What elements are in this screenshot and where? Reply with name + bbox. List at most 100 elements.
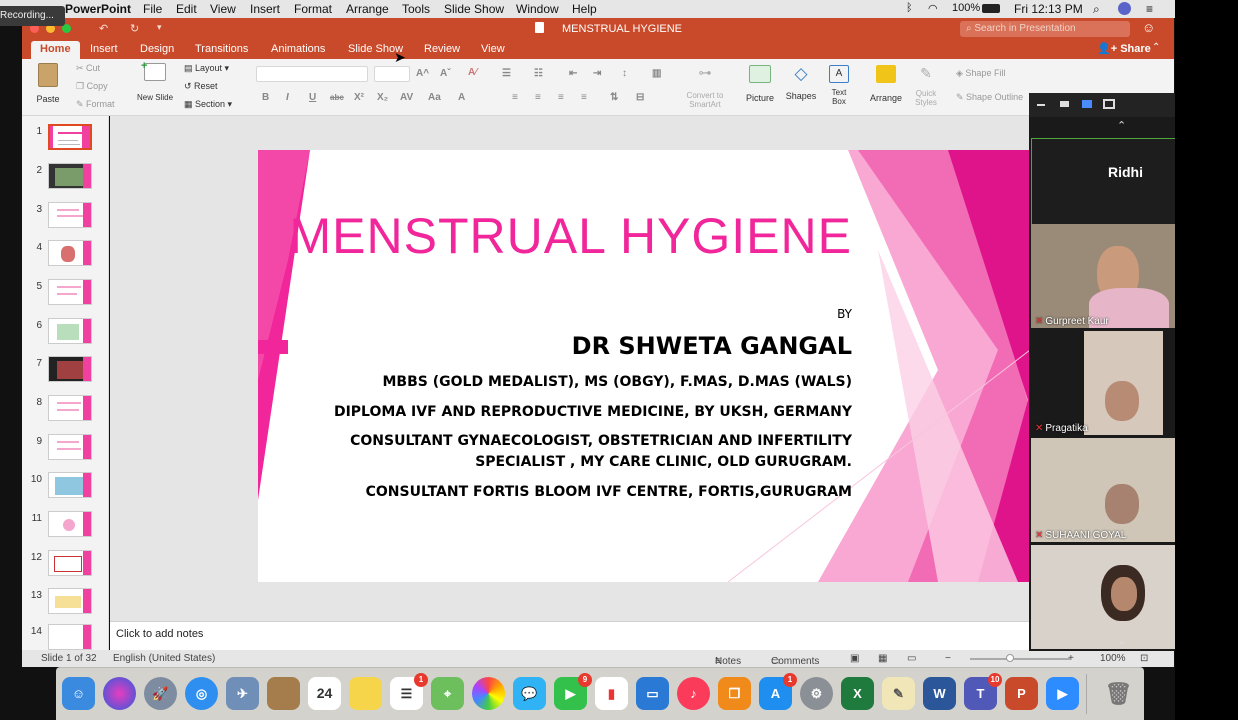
layout-button[interactable]: ▤ Layout ▾ bbox=[184, 63, 229, 74]
slide-thumbnail-7[interactable]: 7 bbox=[22, 356, 109, 388]
slide-author[interactable]: DR SHWETA GANGAL bbox=[518, 332, 852, 360]
justify-icon[interactable]: ≡ bbox=[581, 92, 587, 103]
battery-percent[interactable]: 100% bbox=[952, 2, 980, 14]
preview-icon[interactable]: ✈ bbox=[226, 677, 259, 710]
app-store-icon[interactable]: A1 bbox=[759, 673, 797, 710]
slide-thumbnail-2[interactable]: 2 bbox=[22, 163, 109, 195]
tab-view[interactable]: View bbox=[481, 43, 505, 55]
normal-view-icon[interactable]: ▣ bbox=[850, 653, 859, 664]
increase-font-icon[interactable]: A^ bbox=[416, 68, 429, 79]
format-painter-button[interactable]: ✎ Format bbox=[76, 99, 115, 110]
underline-button[interactable]: U bbox=[309, 92, 316, 103]
shape-fill-button[interactable]: ◈ Shape Fill bbox=[956, 68, 1005, 79]
quick-styles-button[interactable]: ✎ Quick Styles bbox=[908, 65, 944, 107]
clear-formatting-icon[interactable]: A⁄ bbox=[468, 67, 477, 78]
new-slide-button[interactable]: + New Slide bbox=[137, 60, 173, 102]
active-speaker-icon[interactable] bbox=[1060, 101, 1069, 107]
shapes-button[interactable]: ◇ Shapes bbox=[782, 65, 820, 102]
redo-icon[interactable]: ↻ bbox=[130, 22, 139, 35]
tab-home[interactable]: Home bbox=[31, 41, 80, 59]
share-button[interactable]: 👤+ Share bbox=[1097, 42, 1151, 55]
reminders-icon[interactable]: ☰ 1 bbox=[390, 673, 428, 710]
trash-icon[interactable]: 🗑 bbox=[1102, 677, 1135, 710]
notes-pane[interactable]: Click to add notes bbox=[110, 621, 1030, 650]
menu-file[interactable]: File bbox=[143, 2, 162, 16]
slide-line-3[interactable]: CONSULTANT GYNAECOLOGIST, OBSTETRICIAN A… bbox=[258, 433, 852, 449]
columns-icon[interactable]: ▥ bbox=[652, 68, 661, 79]
undo-icon[interactable]: ↶ bbox=[99, 22, 108, 35]
tab-transitions[interactable]: Transitions bbox=[195, 43, 248, 55]
slide-sorter-icon[interactable]: ▦ bbox=[878, 653, 887, 664]
system-preferences-icon[interactable]: ⚙ bbox=[800, 677, 833, 710]
slide-line-4[interactable]: SPECIALIST , MY CARE CLINIC, OLD GURUGRA… bbox=[258, 454, 852, 470]
bullets-icon[interactable]: ☰ bbox=[502, 68, 511, 79]
slide-thumbnail-12[interactable]: 12 bbox=[22, 550, 109, 582]
facetime-icon[interactable]: ▶ 9 bbox=[554, 673, 592, 710]
menubar-clock[interactable]: Fri 12:13 PM bbox=[1014, 2, 1083, 16]
align-right-icon[interactable]: ≡ bbox=[558, 92, 564, 103]
spotlight-icon[interactable]: ⌕ bbox=[1093, 2, 1100, 17]
font-color-icon[interactable]: A bbox=[458, 92, 465, 103]
increase-indent-icon[interactable]: ⇥ bbox=[593, 68, 601, 79]
slide-thumbnail-10[interactable]: 10 bbox=[22, 472, 109, 504]
align-left-icon[interactable]: ≡ bbox=[512, 92, 518, 103]
slide-line-1[interactable]: MBBS (GOLD MEDALIST), MS (OBGY), F.MAS, … bbox=[258, 374, 853, 390]
zoom-slider[interactable] bbox=[970, 658, 1070, 660]
slide-thumbnail-pane[interactable]: 1 2 3 4 5 6 7 8 9 10 11 12 13 14 bbox=[22, 116, 109, 650]
siri-app-icon[interactable] bbox=[103, 677, 136, 710]
align-center-icon[interactable]: ≡ bbox=[535, 92, 541, 103]
line-spacing-icon[interactable]: ↕ bbox=[622, 68, 627, 79]
slide-thumbnail-1[interactable]: 1 bbox=[22, 124, 109, 156]
scroll-down-icon[interactable]: ⌄ bbox=[1117, 634, 1126, 647]
zoom-in-button[interactable]: + bbox=[1068, 653, 1074, 664]
menu-insert[interactable]: Insert bbox=[250, 2, 280, 16]
copy-button[interactable]: ❐ Copy bbox=[76, 81, 108, 92]
menu-edit[interactable]: Edit bbox=[176, 2, 197, 16]
app-menu[interactable]: PowerPoint bbox=[65, 2, 131, 16]
section-button[interactable]: ▦ Section ▾ bbox=[184, 99, 232, 110]
slide-by[interactable]: BY bbox=[818, 307, 852, 321]
gallery-strip-icon[interactable] bbox=[1082, 100, 1092, 108]
menu-format[interactable]: Format bbox=[294, 2, 332, 16]
menu-help[interactable]: Help bbox=[572, 2, 597, 16]
cut-button[interactable]: ✂ Cut bbox=[76, 63, 100, 74]
fit-to-window-icon[interactable]: ⊡ bbox=[1140, 653, 1148, 664]
maps-icon[interactable]: ⌖ bbox=[431, 677, 464, 710]
text-box-button[interactable]: A Text Box bbox=[824, 65, 854, 106]
menu-tools[interactable]: Tools bbox=[402, 2, 430, 16]
slide-thumbnail-3[interactable]: 3 bbox=[22, 202, 109, 234]
music-icon[interactable]: ♪ bbox=[677, 677, 710, 710]
font-family-select[interactable] bbox=[256, 66, 368, 82]
font-size-select[interactable] bbox=[374, 66, 410, 82]
notes-app-icon[interactable] bbox=[267, 677, 300, 710]
menu-window[interactable]: Window bbox=[516, 2, 559, 16]
slide-editing-canvas[interactable]: MENSTRUAL HYGIENE BY DR SHWETA GANGAL MB… bbox=[110, 49, 1030, 621]
teams-icon[interactable]: T 10 bbox=[964, 673, 1002, 710]
minimize-icon[interactable] bbox=[1037, 104, 1045, 106]
convert-smartart-button[interactable]: ⊶ Convert to SmartArt bbox=[680, 65, 730, 109]
decrease-indent-icon[interactable]: ⇤ bbox=[569, 68, 577, 79]
collapse-ribbon-icon[interactable]: ⌃ bbox=[1152, 42, 1160, 53]
slide-thumbnail-4[interactable]: 4 bbox=[22, 240, 109, 272]
finder-icon[interactable]: ☺ bbox=[62, 677, 95, 710]
zoom-out-button[interactable]: − bbox=[945, 653, 951, 664]
slide-thumbnail-13[interactable]: 13 bbox=[22, 588, 109, 620]
tab-insert[interactable]: Insert bbox=[90, 43, 118, 55]
paste-button[interactable]: Paste bbox=[30, 63, 66, 104]
bold-button[interactable]: B bbox=[262, 92, 269, 103]
keynote-icon[interactable]: ▭ bbox=[636, 677, 669, 710]
strikethrough-button[interactable]: abc bbox=[330, 93, 344, 102]
slide-thumbnail-5[interactable]: 5 bbox=[22, 279, 109, 311]
reading-view-icon[interactable]: ▭ bbox=[907, 653, 916, 664]
search-input[interactable]: ⌕ Search in Presentation bbox=[960, 21, 1130, 37]
slide-line-2[interactable]: DIPLOMA IVF AND REPRODUCTIVE MEDICINE, B… bbox=[258, 404, 852, 420]
tab-animations[interactable]: Animations bbox=[271, 43, 325, 55]
control-center-icon[interactable]: ≡ bbox=[1146, 2, 1153, 16]
zoom-icon[interactable]: ▶ bbox=[1046, 677, 1079, 710]
scroll-up-icon[interactable]: ⌃ bbox=[1117, 119, 1126, 132]
slide-title[interactable]: MENSTRUAL HYGIENE bbox=[258, 210, 852, 262]
messages-icon[interactable]: 💬 bbox=[513, 677, 546, 710]
zoom-slider-handle[interactable] bbox=[1006, 654, 1014, 662]
feedback-smiley-icon[interactable]: ☺ bbox=[1142, 20, 1155, 35]
word-icon[interactable]: W bbox=[923, 677, 956, 710]
